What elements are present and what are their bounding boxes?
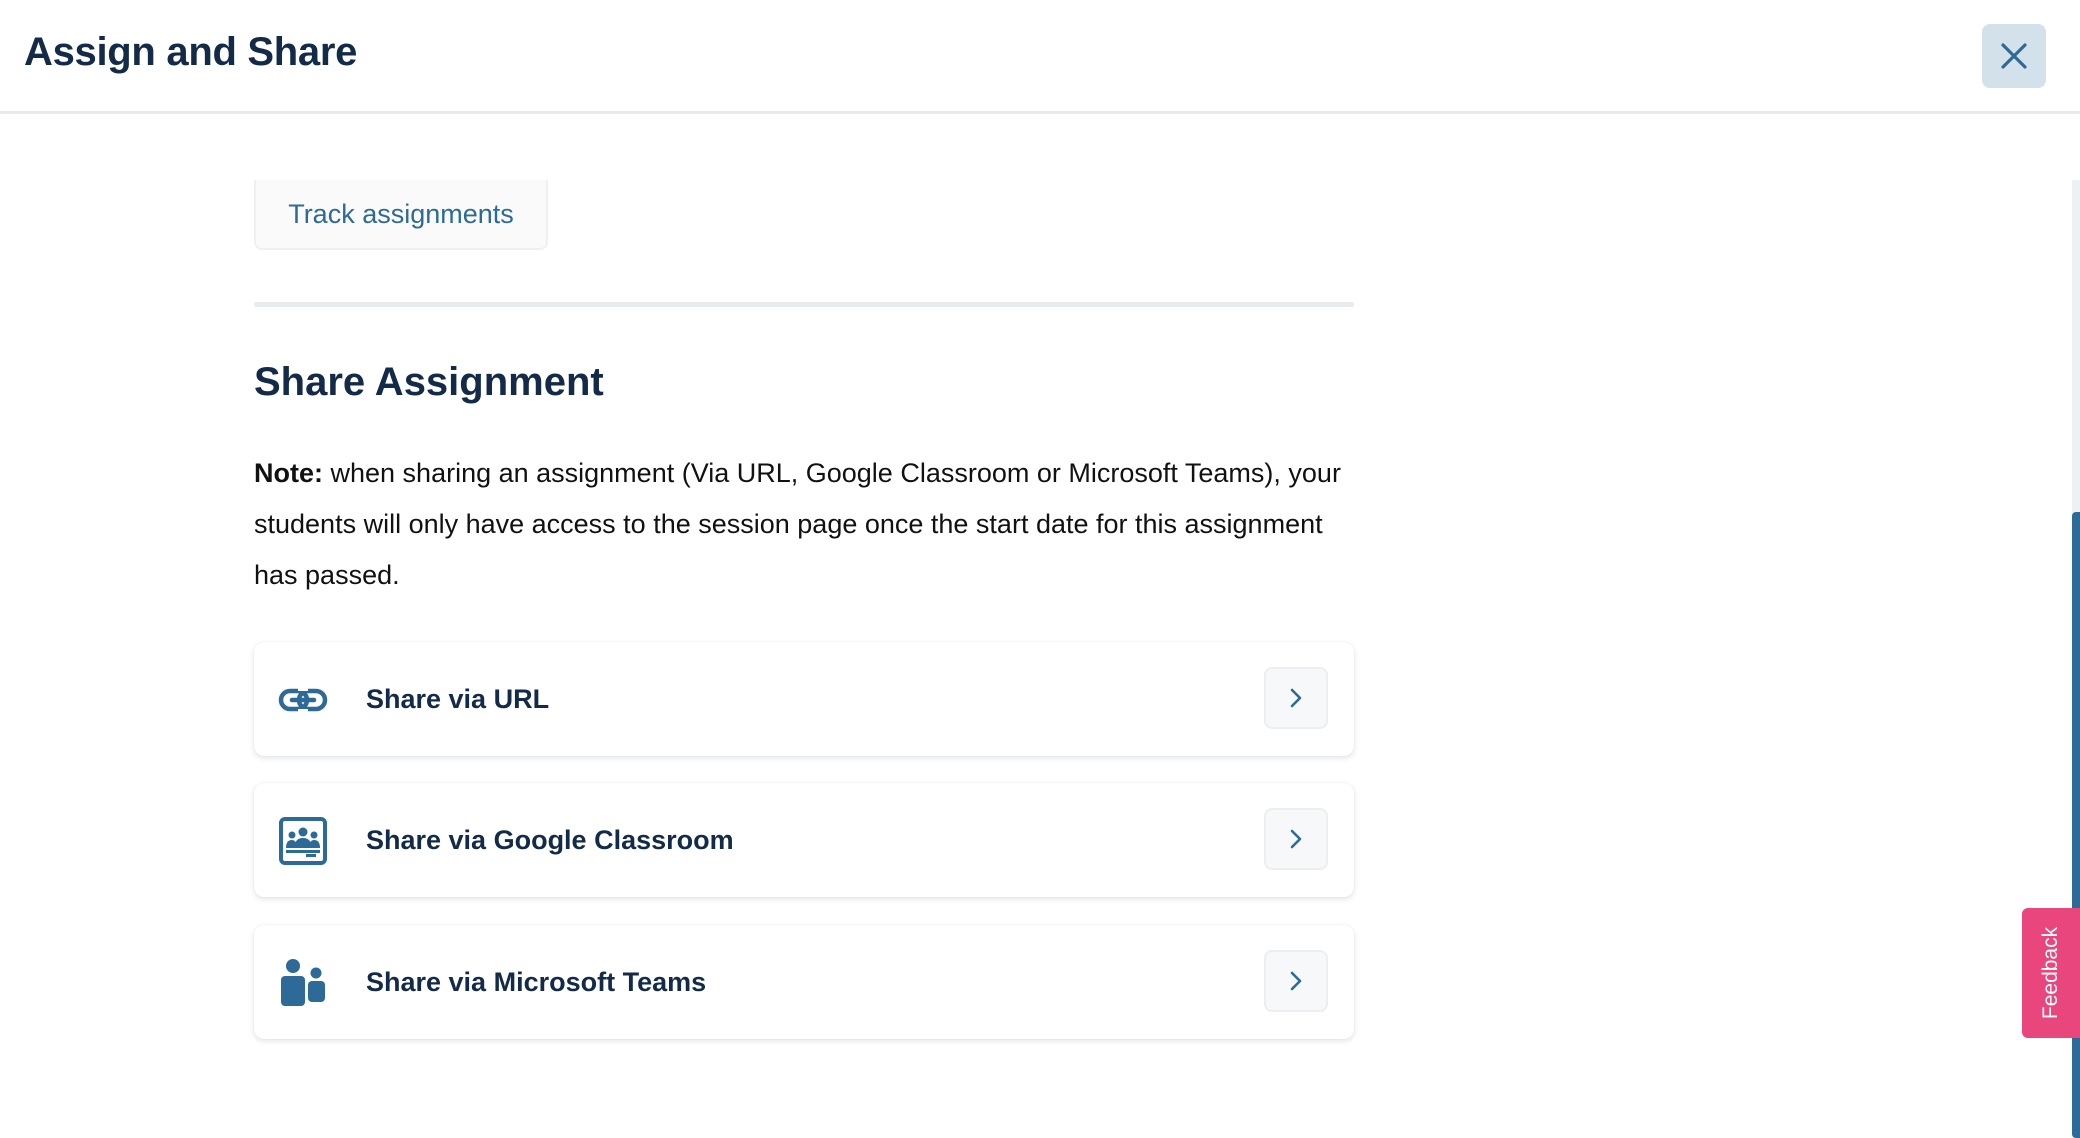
share-via-url-card[interactable]: Share via URL — [254, 642, 1354, 756]
chevron-right-icon — [1290, 829, 1302, 849]
share-via-url-label: Share via URL — [366, 684, 550, 714]
share-via-google-classroom-label: Share via Google Classroom — [366, 825, 734, 855]
chevron-right-icon — [1290, 971, 1302, 991]
modal-header: Assign and Share — [0, 0, 2080, 114]
share-note: Note: when sharing an assignment (Via UR… — [254, 448, 1364, 601]
share-via-google-classroom-card[interactable]: Share via Google Classroom — [254, 783, 1354, 897]
share-via-google-classroom-chevron-button[interactable] — [1264, 808, 1328, 870]
track-assignments-button[interactable]: Track assignments — [254, 180, 548, 250]
modal-title: Assign and Share — [24, 30, 358, 74]
feedback-tab[interactable]: Feedback — [2022, 908, 2080, 1038]
share-via-microsoft-teams-label: Share via Microsoft Teams — [366, 967, 707, 997]
share-assignment-title: Share Assignment — [254, 360, 604, 404]
google-classroom-icon — [278, 816, 328, 866]
note-text: when sharing an assignment (Via URL, Goo… — [254, 458, 1341, 590]
close-button[interactable] — [1982, 24, 2046, 88]
share-via-microsoft-teams-card[interactable]: Share via Microsoft Teams — [254, 925, 1354, 1039]
share-via-url-chevron-button[interactable] — [1264, 667, 1328, 729]
link-icon — [278, 675, 328, 725]
microsoft-teams-icon — [278, 958, 328, 1008]
close-icon — [2001, 43, 2027, 69]
feedback-label: Feedback — [2039, 926, 2063, 1020]
note-label: Note: — [254, 458, 323, 488]
scrollbar-thumb[interactable] — [2072, 512, 2080, 1138]
chevron-right-icon — [1290, 688, 1302, 708]
share-via-microsoft-teams-chevron-button[interactable] — [1264, 950, 1328, 1012]
section-divider — [254, 302, 1354, 307]
